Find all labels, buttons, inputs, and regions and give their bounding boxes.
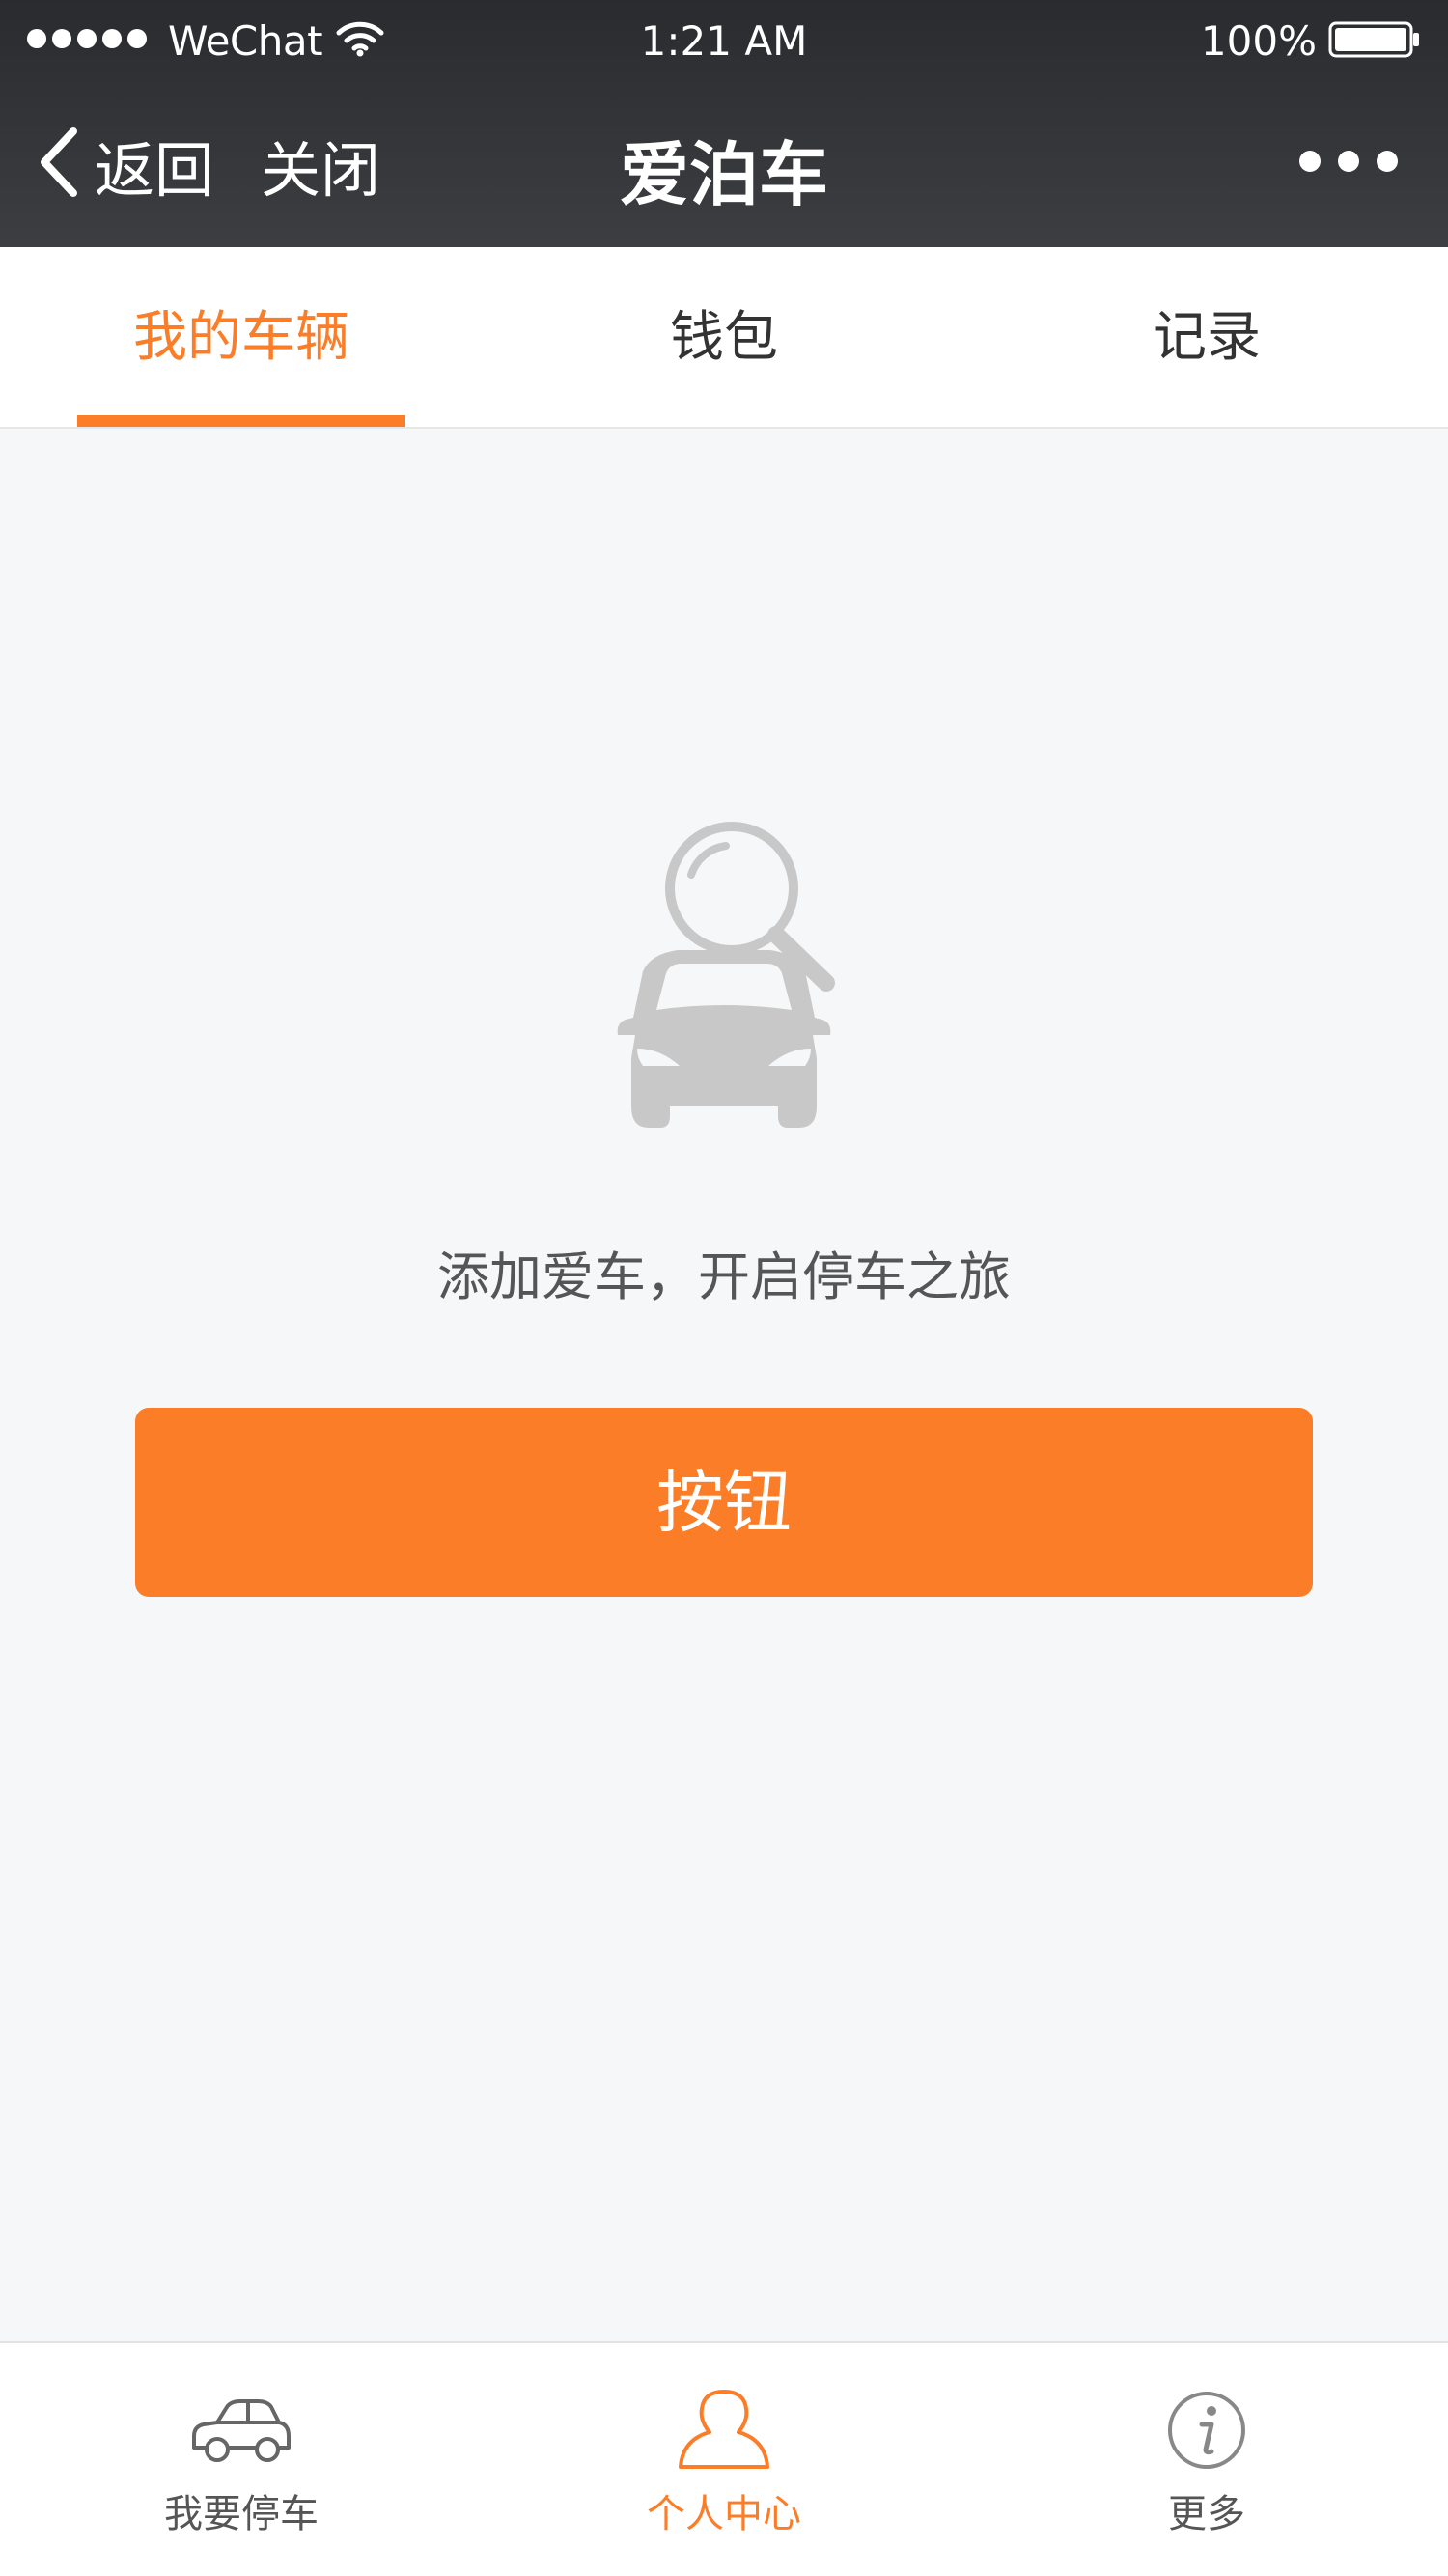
info-icon (1168, 2392, 1245, 2469)
battery-percent: 100% (1200, 17, 1317, 65)
bottom-tab-bar: 我要停车 个人中心 更多 (0, 2341, 1448, 2576)
tabbar-label-more: 更多 (1168, 2492, 1245, 2536)
add-vehicle-button[interactable]: 按钮 (135, 1408, 1313, 1597)
car-icon (192, 2399, 291, 2462)
more-options-icon[interactable] (1299, 151, 1398, 172)
tab-bar: 我的车辆 钱包 记录 (0, 247, 1448, 429)
tabbar-item-more[interactable]: 更多 (965, 2343, 1448, 2576)
tab-wallet[interactable]: 钱包 (483, 247, 965, 429)
tabbar-item-profile[interactable]: 个人中心 (483, 2343, 965, 2576)
top-header: WeChat 1:21 AM 100% 返回 关闭 爱泊车 (0, 0, 1448, 247)
tab-my-vehicles[interactable]: 我的车辆 (0, 247, 483, 429)
active-tab-indicator (77, 415, 405, 427)
person-icon (679, 2390, 769, 2469)
status-bar: WeChat 1:21 AM 100% (0, 0, 1448, 81)
search-car-icon (617, 822, 835, 1128)
tabbar-item-parking[interactable]: 我要停车 (0, 2343, 483, 2576)
tabbar-label-parking: 我要停车 (164, 2492, 319, 2536)
tabbar-label-profile: 个人中心 (647, 2492, 801, 2536)
battery-icon (1328, 21, 1419, 58)
nav-bar: 返回 关闭 爱泊车 (0, 81, 1448, 247)
page-title: 爱泊车 (619, 134, 828, 215)
empty-state-message: 添加爱车，开启停车之旅 (437, 1246, 1011, 1307)
tab-records[interactable]: 记录 (965, 247, 1448, 429)
